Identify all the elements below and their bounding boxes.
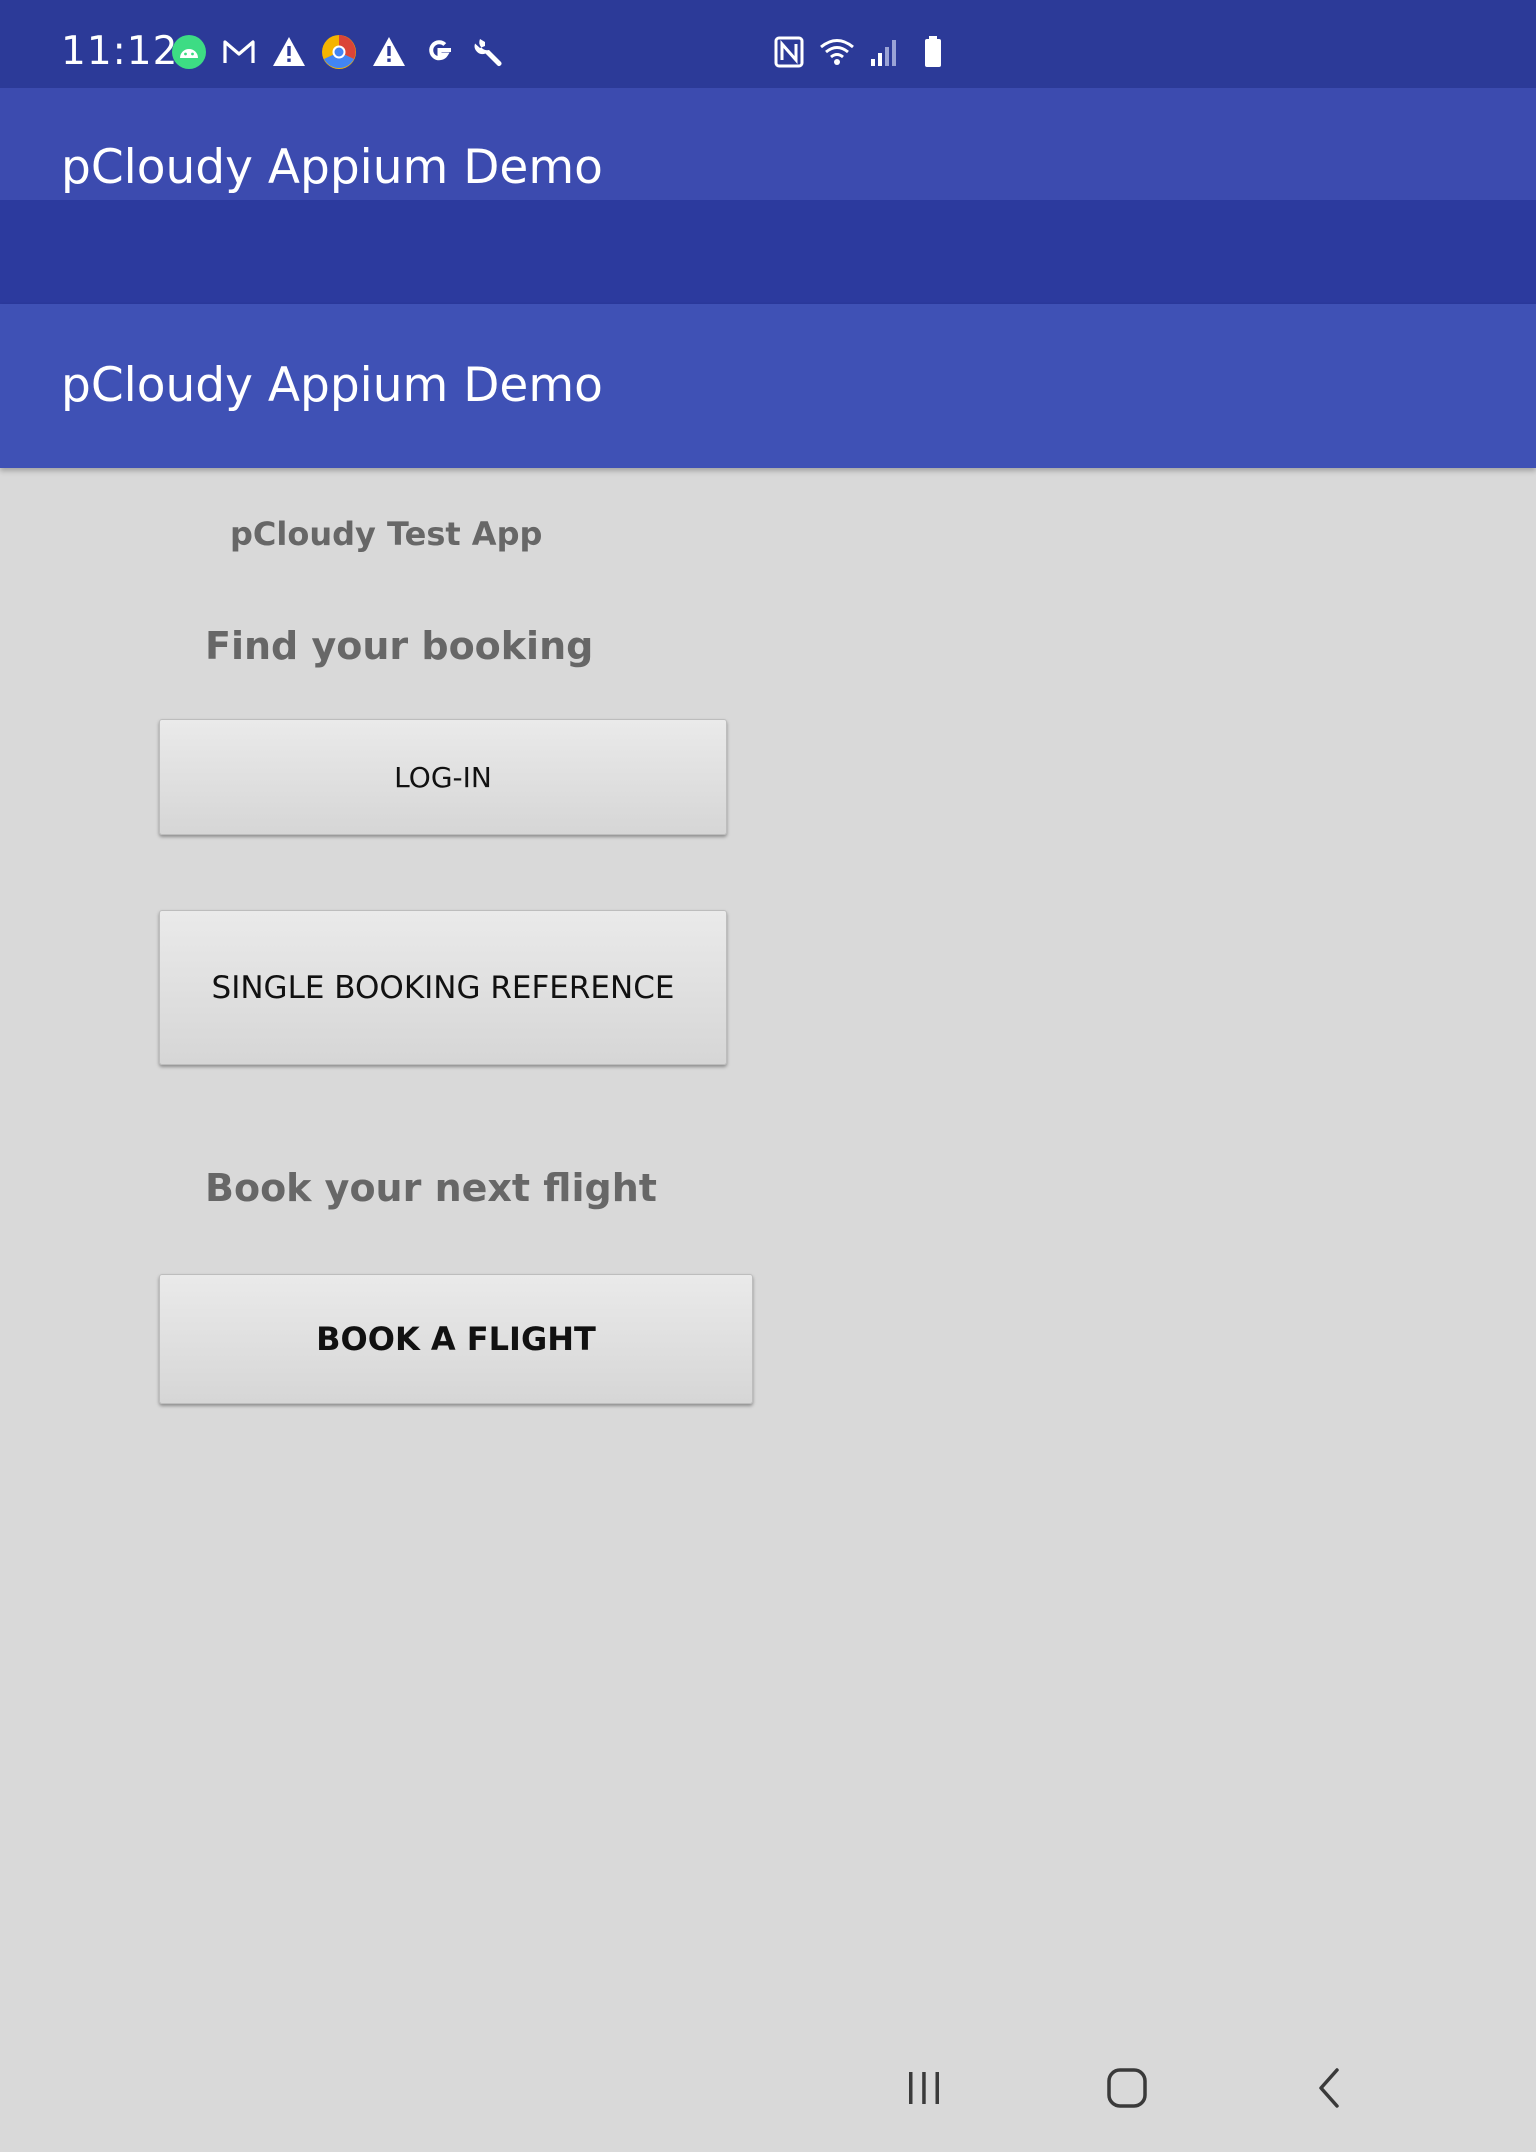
google-icon bbox=[420, 33, 458, 71]
nfc-icon bbox=[770, 33, 808, 71]
ghost-band bbox=[0, 200, 1536, 304]
status-time: 11:12 bbox=[61, 29, 179, 74]
recent-apps-button[interactable] bbox=[884, 2056, 964, 2120]
app-bar-title: pCloudy Appium Demo bbox=[61, 358, 603, 413]
back-button[interactable] bbox=[1290, 2056, 1370, 2120]
notification-icons bbox=[170, 30, 508, 74]
single-booking-reference-button[interactable]: SINGLE BOOKING REFERENCE bbox=[159, 910, 727, 1065]
ghost-app-bar-title: pCloudy Appium Demo bbox=[61, 140, 603, 195]
wifi-icon bbox=[818, 33, 856, 71]
recent-apps-icon bbox=[909, 2072, 939, 2104]
login-button[interactable]: LOG-IN bbox=[159, 719, 727, 835]
chrome-canary-icon bbox=[320, 33, 358, 71]
battery-icon bbox=[914, 33, 952, 71]
home-button[interactable] bbox=[1087, 2056, 1167, 2120]
book-flight-heading: Book your next flight bbox=[205, 1166, 657, 1210]
app-name-label: pCloudy Test App bbox=[230, 515, 543, 553]
android-icon bbox=[170, 33, 208, 71]
wrench-icon bbox=[470, 33, 508, 71]
login-button-label: LOG-IN bbox=[394, 760, 492, 794]
back-icon bbox=[1319, 2068, 1339, 2108]
ghost-app-bar: pCloudy Appium Demo bbox=[0, 88, 1536, 200]
system-icons bbox=[770, 30, 952, 74]
home-icon bbox=[1107, 2068, 1147, 2108]
app-bar: pCloudy Appium Demo bbox=[0, 304, 1536, 468]
status-bar: 11:12 bbox=[0, 0, 1536, 88]
book-a-flight-button[interactable]: BOOK A FLIGHT bbox=[159, 1274, 753, 1404]
signal-icon bbox=[866, 33, 904, 71]
warning-icon bbox=[270, 33, 308, 71]
warning-icon bbox=[370, 33, 408, 71]
single-booking-reference-label: SINGLE BOOKING REFERENCE bbox=[211, 969, 675, 1006]
gmail-icon bbox=[220, 33, 258, 71]
book-a-flight-label: BOOK A FLIGHT bbox=[316, 1320, 596, 1358]
find-booking-heading: Find your booking bbox=[205, 624, 594, 668]
navigation-bar bbox=[0, 2024, 1536, 2152]
